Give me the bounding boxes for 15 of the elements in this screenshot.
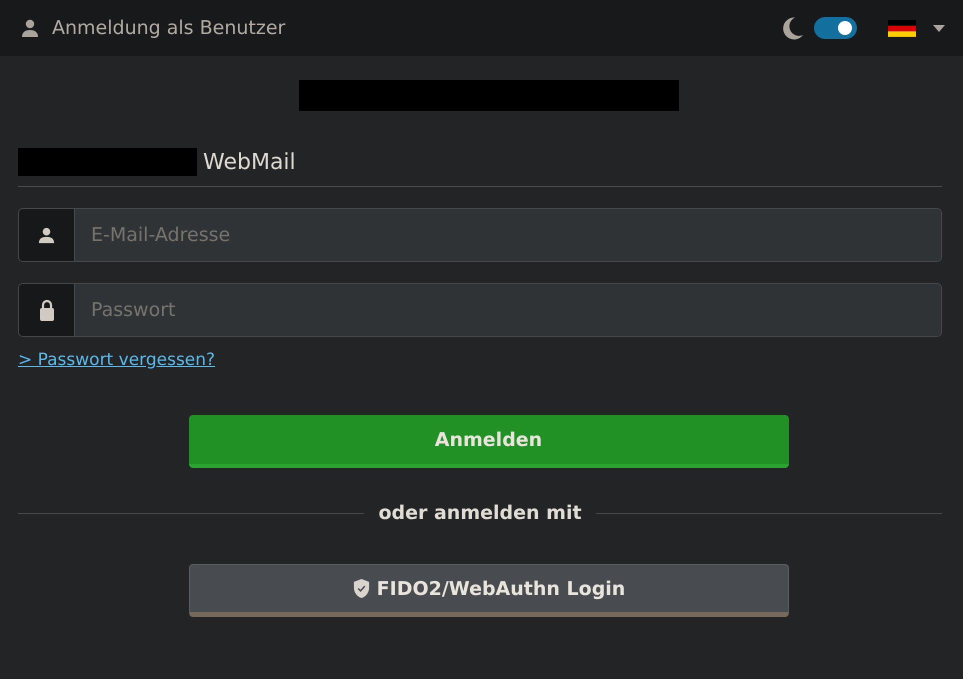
moon-icon [780, 16, 804, 40]
header-title: Anmeldung als Benutzer [52, 17, 286, 39]
separator-text: oder anmelden mit [378, 502, 582, 524]
lock-icon [38, 298, 54, 322]
forgot-password-link[interactable]: > Passwort vergessen? [18, 350, 216, 370]
shield-icon [352, 578, 371, 599]
german-flag-icon[interactable] [888, 20, 916, 36]
caret-icon[interactable] [933, 24, 945, 32]
user-icon [37, 226, 56, 244]
input-field[interactable]: E-Mail-Adresse [18, 208, 942, 262]
user-icon [20, 18, 40, 38]
input-field[interactable]: Passwort [18, 283, 942, 337]
app-name: WebMail [203, 150, 296, 174]
dark-mode-toggle[interactable] [814, 17, 857, 39]
fido-login-button[interactable]: FIDO2/WebAuthn Login [188, 564, 788, 617]
